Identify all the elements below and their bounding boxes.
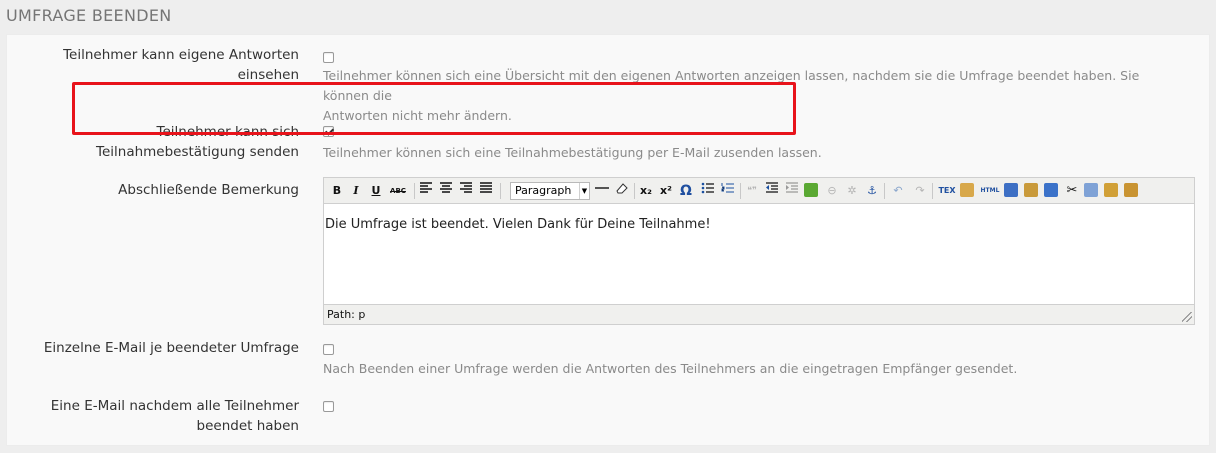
strikethrough-button[interactable]: ABC [388, 182, 408, 200]
toolbar-separator [414, 183, 415, 199]
numbered-list-icon[interactable] [720, 182, 736, 200]
confirmation-label-line2: Teilnahmebestätigung senden [96, 144, 299, 160]
italic-button[interactable]: I [348, 182, 364, 200]
indent-icon[interactable] [784, 182, 800, 200]
outdent-icon[interactable] [764, 182, 780, 200]
all-done-email-checkbox[interactable] [323, 401, 334, 412]
align-center-icon[interactable] [438, 182, 454, 200]
blockquote-icon[interactable]: ❝❞ [744, 182, 760, 200]
copy-icon[interactable] [1084, 183, 1098, 197]
unlink-icon[interactable]: ✲ [844, 182, 860, 200]
confirmation-help: Teilnehmer können sich eine Teilnahmebes… [323, 145, 822, 160]
format-select[interactable]: Paragraph ▼ [510, 182, 590, 200]
chevron-down-icon: ▼ [579, 183, 589, 199]
align-left-icon[interactable] [418, 182, 434, 200]
single-email-help: Nach Beenden einer Umfrage werden die An… [323, 361, 1018, 376]
paste-icon[interactable] [1104, 183, 1118, 197]
horizontal-rule-icon[interactable] [594, 182, 610, 200]
toolbar-separator [500, 183, 501, 199]
section-title: UMFRAGE BEENDEN [6, 6, 172, 25]
paste-special-icon[interactable] [960, 183, 974, 197]
own-answers-checkbox[interactable] [323, 52, 334, 63]
align-right-icon[interactable] [458, 182, 474, 200]
own-answers-label-line1: Teilnehmer kann eigene Antworten [63, 47, 299, 63]
editor-path: Path: p [327, 308, 366, 321]
template-icon[interactable] [1024, 183, 1038, 197]
all-done-email-label-line2: beendet haben [196, 418, 299, 434]
align-justify-icon[interactable] [478, 182, 494, 200]
toolbar-separator [932, 183, 933, 199]
rich-text-editor: B I U ABC Paragraph ▼ x₂ x² Ω ❝❞ ⊖ ✲ ⚓ ↶… [323, 177, 1195, 325]
image-icon[interactable] [804, 183, 818, 197]
editor-content[interactable]: Die Umfrage ist beendet. Vielen Dank für… [324, 205, 1194, 303]
toolbar-separator [884, 183, 885, 199]
html-button[interactable]: HTML [980, 182, 1000, 200]
anchor-icon[interactable]: ⚓ [864, 182, 880, 200]
own-answers-label: Teilnehmer kann eigene Antworten einsehe… [19, 45, 299, 85]
bold-button[interactable]: B [329, 182, 345, 200]
eraser-icon[interactable] [614, 182, 630, 200]
word-paste-icon[interactable] [1044, 183, 1058, 197]
editor-toolbar: B I U ABC Paragraph ▼ x₂ x² Ω ❝❞ ⊖ ✲ ⚓ ↶… [324, 178, 1194, 204]
bullet-list-icon[interactable] [700, 182, 716, 200]
redo-icon[interactable]: ↷ [912, 182, 928, 200]
cut-icon[interactable]: ✂ [1064, 182, 1080, 200]
toolbar-separator [634, 183, 635, 199]
all-done-email-label-line1: Eine E-Mail nachdem alle Teilnehmer [50, 398, 299, 414]
all-done-email-label: Eine E-Mail nachdem alle Teilnehmer been… [19, 396, 299, 436]
superscript-button[interactable]: x² [658, 182, 674, 200]
paste-text-icon[interactable] [1124, 183, 1138, 197]
subscript-button[interactable]: x₂ [638, 182, 654, 200]
link-icon[interactable]: ⊖ [824, 182, 840, 200]
special-char-button[interactable]: Ω [678, 182, 694, 200]
undo-icon[interactable]: ↶ [890, 182, 906, 200]
highlight-box [72, 82, 796, 135]
underline-button[interactable]: U [368, 182, 384, 200]
closing-remark-label: Abschließende Bemerkung [118, 182, 299, 198]
single-email-checkbox[interactable] [323, 344, 334, 355]
format-select-value: Paragraph [515, 184, 572, 197]
single-email-label: Einzelne E-Mail je beendeter Umfrage [43, 340, 299, 356]
toolbar-separator [740, 183, 741, 199]
fullscreen-icon[interactable] [1004, 183, 1018, 197]
resize-handle-icon[interactable] [1182, 312, 1192, 322]
editor-statusbar: Path: p [324, 304, 1194, 324]
tex-button[interactable]: TEX [938, 182, 956, 200]
